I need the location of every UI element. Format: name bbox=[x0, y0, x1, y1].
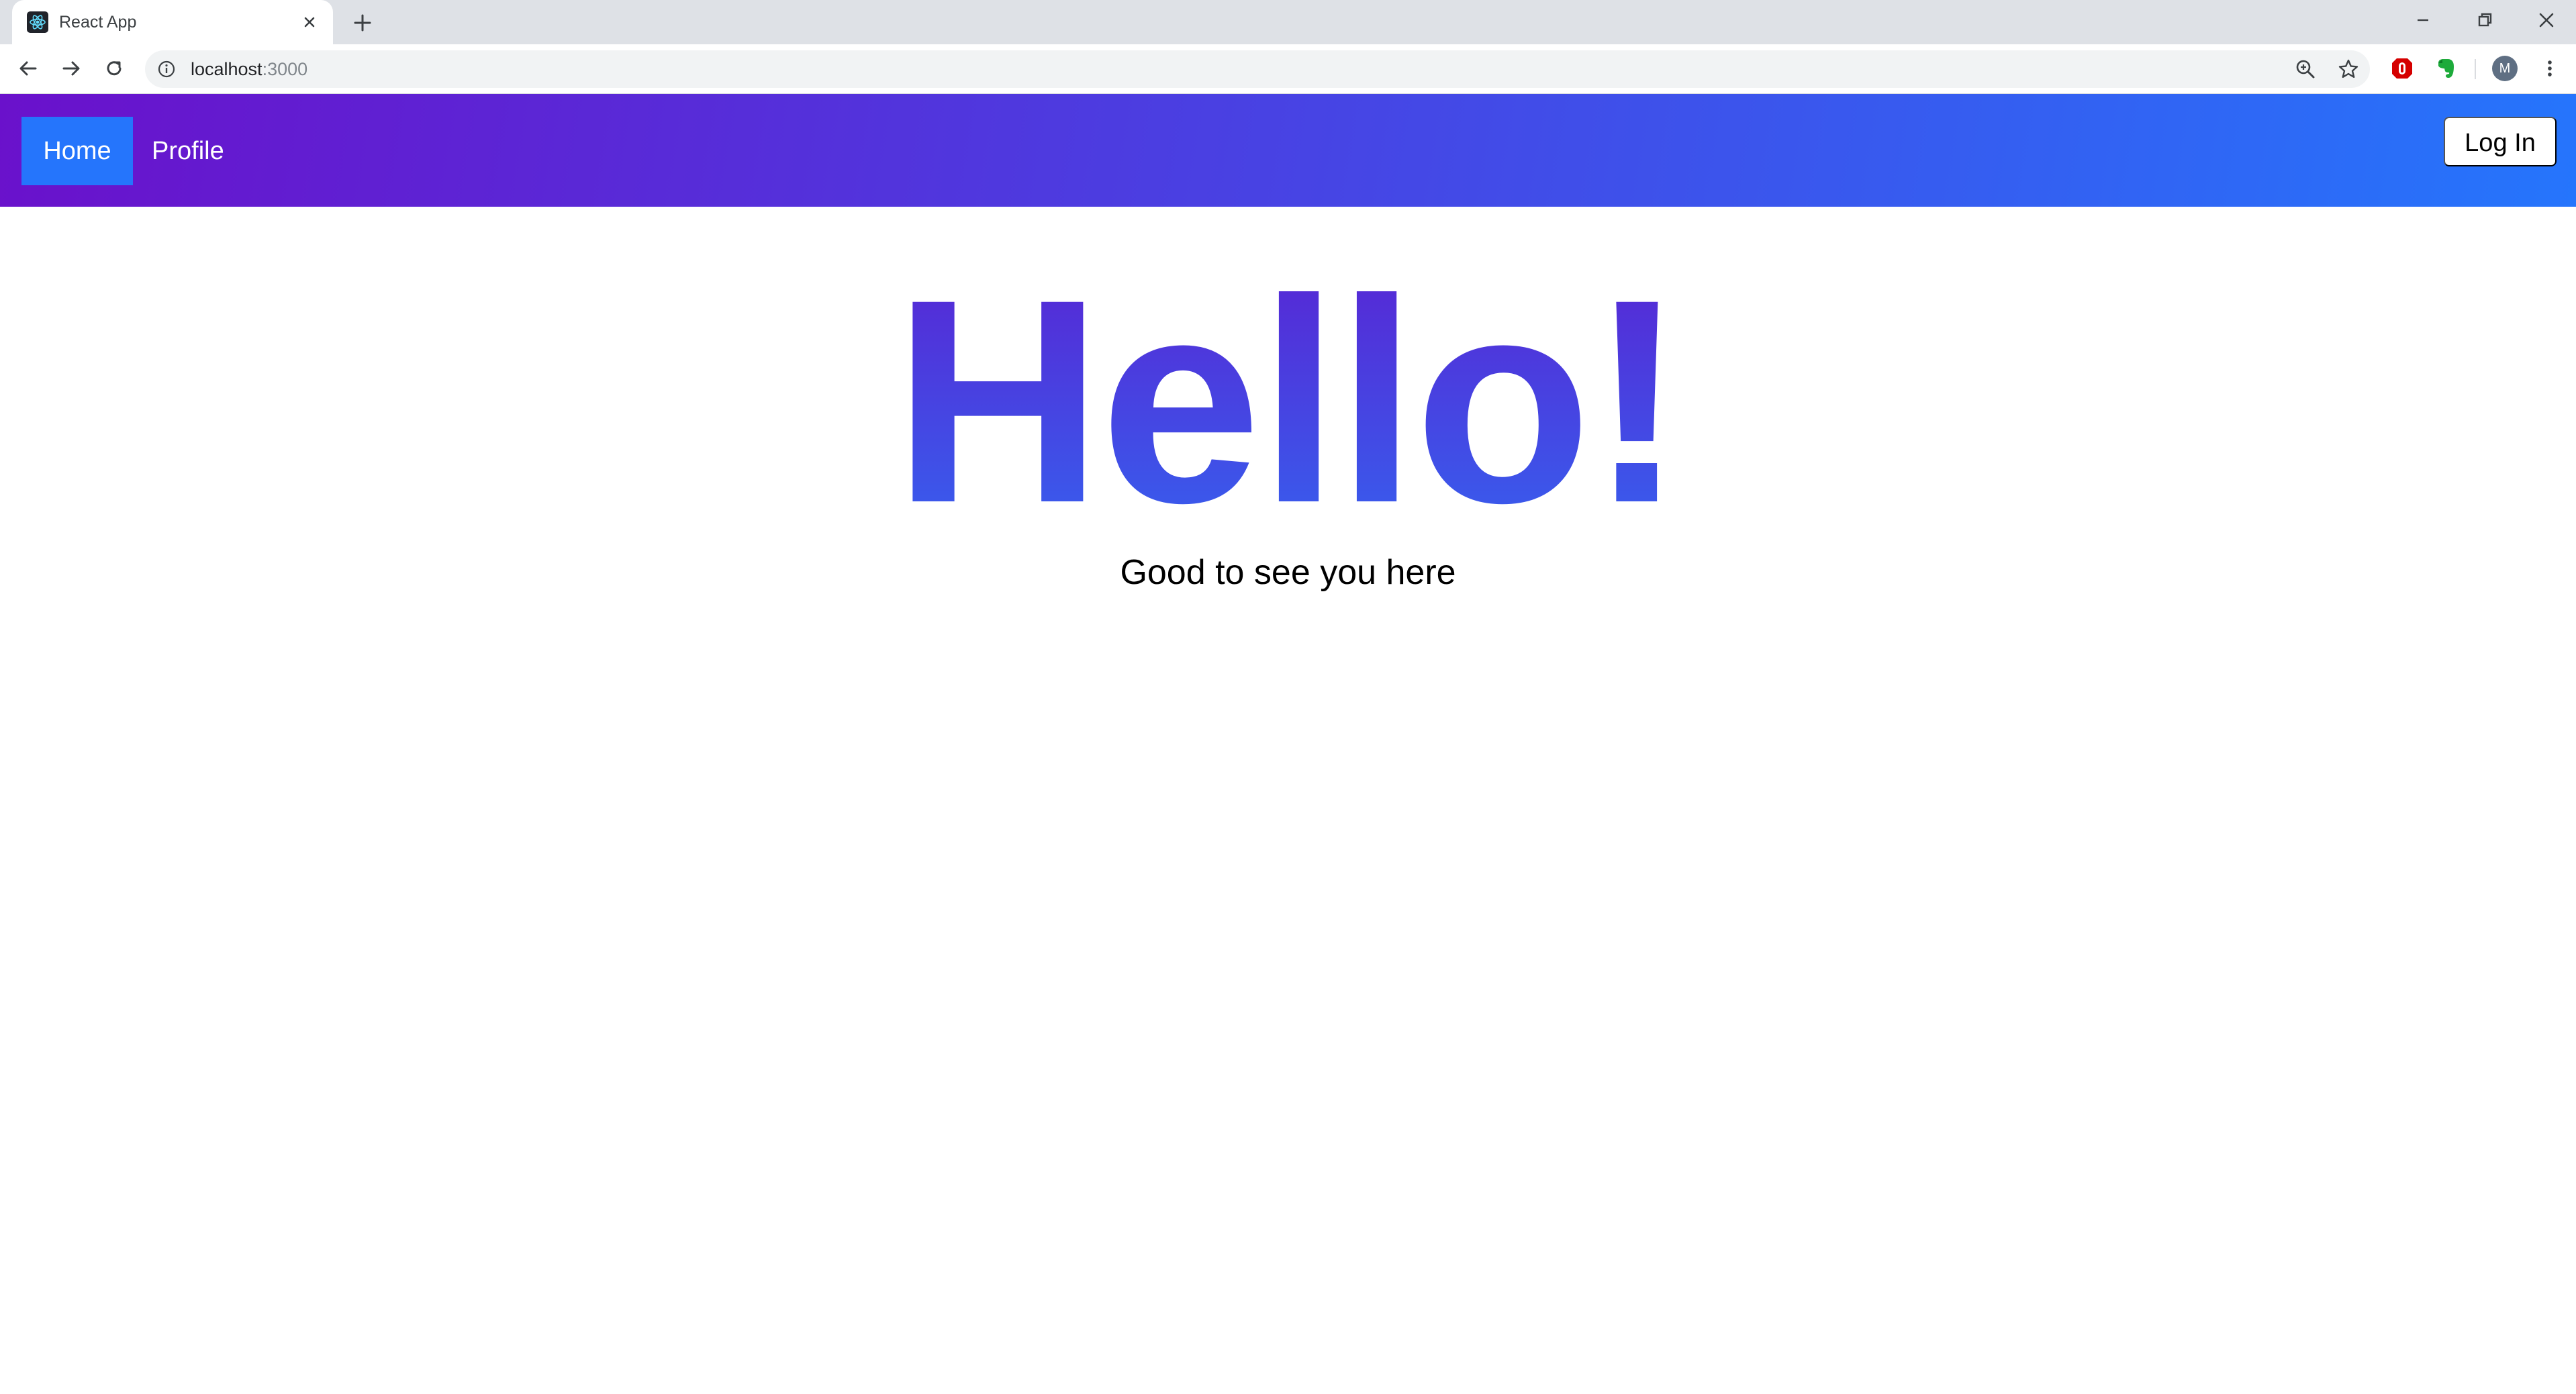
zoom-icon[interactable] bbox=[2293, 57, 2318, 81]
nav-item-home[interactable]: Home bbox=[21, 117, 133, 185]
browser-toolbar: localhost:3000 M bbox=[0, 44, 2576, 94]
restore-icon[interactable] bbox=[2471, 7, 2498, 34]
browser-tab[interactable]: React App bbox=[12, 0, 333, 44]
reload-icon[interactable] bbox=[101, 55, 128, 82]
url-port: :3000 bbox=[262, 59, 308, 79]
minimize-icon[interactable] bbox=[2410, 7, 2436, 34]
close-tab-icon[interactable] bbox=[299, 11, 320, 33]
evernote-icon[interactable] bbox=[2432, 55, 2459, 82]
main-content: Hello! Good to see you here bbox=[0, 207, 2576, 1394]
address-bar[interactable]: localhost:3000 bbox=[145, 50, 2370, 88]
browser-tab-strip: React App bbox=[0, 0, 2576, 44]
hero-title-text: Hello! bbox=[893, 239, 1685, 563]
react-logo-icon bbox=[27, 11, 48, 33]
toolbar-divider bbox=[2475, 59, 2476, 79]
hero-title: Hello! bbox=[0, 256, 2576, 546]
profile-avatar[interactable]: M bbox=[2492, 56, 2518, 81]
menu-kebab-icon[interactable] bbox=[2536, 55, 2563, 82]
nav-item-profile[interactable]: Profile bbox=[152, 117, 239, 185]
app-navbar: Home Profile Log In bbox=[0, 94, 2576, 207]
tab-title: React App bbox=[59, 13, 137, 32]
hero-subtitle: Good to see you here bbox=[1120, 553, 1456, 592]
url-text[interactable]: localhost:3000 bbox=[191, 59, 307, 79]
url-host: localhost bbox=[191, 59, 263, 79]
site-info-icon[interactable] bbox=[157, 60, 176, 79]
ublock-icon[interactable] bbox=[2389, 55, 2416, 82]
close-window-icon[interactable] bbox=[2533, 7, 2560, 34]
login-button[interactable]: Log In bbox=[2444, 117, 2557, 166]
forward-arrow-icon[interactable] bbox=[58, 55, 85, 82]
bookmark-star-icon[interactable] bbox=[2336, 57, 2360, 81]
back-arrow-icon[interactable] bbox=[15, 55, 42, 82]
new-tab-icon[interactable] bbox=[349, 9, 376, 36]
